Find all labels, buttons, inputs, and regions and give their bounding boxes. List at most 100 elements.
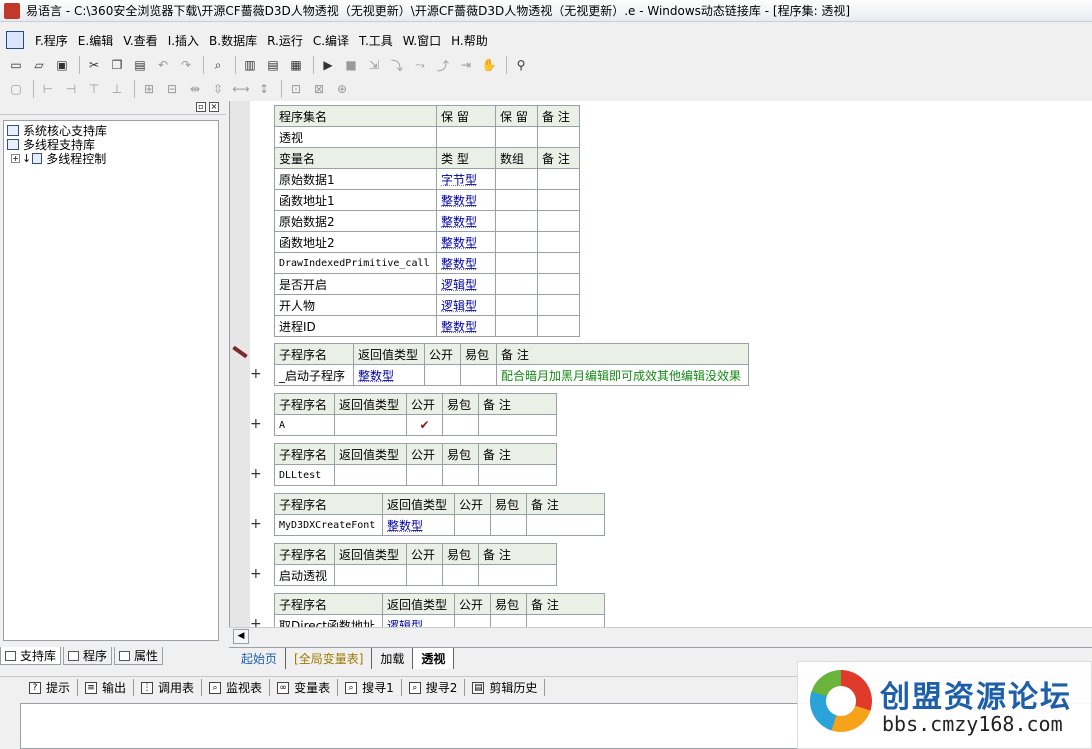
expand-icon[interactable]: +: [11, 153, 20, 163]
var-name[interactable]: 开人物: [274, 294, 437, 316]
tab-support-library[interactable]: 支持库: [0, 647, 62, 665]
cell[interactable]: [406, 464, 443, 486]
tab-call-stack[interactable]: ⋮ 调用表: [134, 679, 203, 696]
sub-name[interactable]: MyD3DXCreateFont: [274, 514, 383, 536]
cell[interactable]: [442, 414, 479, 436]
layout-bottom-icon[interactable]: ▤: [263, 55, 283, 75]
cell[interactable]: [454, 614, 491, 627]
center-h-icon[interactable]: ⊞: [139, 79, 159, 99]
cell[interactable]: [526, 514, 605, 536]
tab-start-page[interactable]: 起始页: [233, 648, 287, 669]
cell[interactable]: [495, 315, 538, 337]
cell[interactable]: [495, 231, 538, 253]
var-type[interactable]: 整数型: [436, 210, 496, 232]
support-library-tree[interactable]: 系统核心支持库 多线程支持库 + ↓ 多线程控制: [3, 120, 219, 641]
menu-help[interactable]: H.帮助: [446, 30, 493, 51]
var-type[interactable]: 整数型: [436, 231, 496, 253]
expand-plus-icon[interactable]: +: [250, 416, 262, 432]
var-type[interactable]: 整数型: [436, 189, 496, 211]
menu-window[interactable]: W.窗口: [398, 30, 446, 51]
step-into-icon[interactable]: ⤵: [387, 55, 407, 75]
cell[interactable]: [490, 514, 527, 536]
space-h-icon[interactable]: ⟷: [231, 79, 251, 99]
tree-item[interactable]: 多线程支持库: [7, 137, 215, 152]
sub-name[interactable]: 取Direct函数地址: [274, 614, 383, 627]
layout-full-icon[interactable]: ▦: [286, 55, 306, 75]
menu-view[interactable]: V.查看: [118, 30, 162, 51]
var-name[interactable]: 原始数据1: [274, 168, 437, 190]
cell[interactable]: [424, 364, 461, 386]
save-icon[interactable]: ▣: [52, 55, 72, 75]
tab-output[interactable]: ≡ 输出: [78, 679, 135, 696]
align-top-icon[interactable]: ⊤: [84, 79, 104, 99]
open-folder-icon[interactable]: ▱: [29, 55, 49, 75]
var-type[interactable]: 整数型: [436, 315, 496, 337]
restore-icon[interactable]: ▫: [196, 102, 206, 112]
expand-plus-icon[interactable]: +: [250, 466, 262, 482]
sub-return-type[interactable]: 逻辑型: [382, 614, 455, 627]
cell[interactable]: [495, 189, 538, 211]
public-check-icon[interactable]: ✔: [406, 414, 443, 436]
same-width-icon[interactable]: ⇹: [185, 79, 205, 99]
expand-plus-icon[interactable]: +: [250, 616, 262, 627]
tab-search2[interactable]: ⌕ 搜寻2: [402, 679, 466, 696]
table-row[interactable]: 原始数据1 字节型: [274, 168, 580, 190]
cut-icon[interactable]: ✂: [84, 55, 104, 75]
table-row[interactable]: 是否开启 逻辑型: [274, 273, 580, 295]
align-bottom-icon[interactable]: ⊥: [107, 79, 127, 99]
var-name[interactable]: 函数地址2: [274, 231, 437, 253]
new-file-icon[interactable]: ▭: [6, 55, 26, 75]
cell[interactable]: [537, 294, 580, 316]
cell[interactable]: [537, 189, 580, 211]
var-type[interactable]: 逻辑型: [436, 273, 496, 295]
run-to-cursor-icon[interactable]: ⇥: [456, 55, 476, 75]
size-v-icon[interactable]: ⊠: [309, 79, 329, 99]
var-type[interactable]: 字节型: [436, 168, 496, 190]
var-name[interactable]: 是否开启: [274, 273, 437, 295]
sub-return-type[interactable]: 整数型: [353, 364, 425, 386]
menu-tools[interactable]: T.工具: [354, 30, 398, 51]
menu-edit[interactable]: E.编辑: [73, 30, 118, 51]
run-icon[interactable]: ▶: [318, 55, 338, 75]
expand-plus-icon[interactable]: +: [250, 516, 262, 532]
cell[interactable]: [537, 273, 580, 295]
assembly-name[interactable]: 透视: [274, 126, 437, 148]
step-out-icon[interactable]: ⤴: [433, 55, 453, 75]
tab-program[interactable]: 程序: [63, 647, 113, 665]
center-v-icon[interactable]: ⊟: [162, 79, 182, 99]
code-editor[interactable]: 程序集名 保 留 保 留 备 注 透视 变量名 类 型 数组 备 注 原始数据1…: [229, 101, 1092, 627]
cell[interactable]: [436, 126, 496, 148]
tab-search1[interactable]: ⌕ 搜寻1: [338, 679, 402, 696]
table-row[interactable]: MyD3DXCreateFont 整数型: [274, 514, 605, 536]
expand-plus-icon[interactable]: +: [250, 366, 262, 382]
undo-icon[interactable]: ↶: [153, 55, 173, 75]
redo-icon[interactable]: ↷: [176, 55, 196, 75]
copy-icon[interactable]: ❐: [107, 55, 127, 75]
tab-global-vars[interactable]: [全局变量表]: [286, 648, 373, 669]
sub-name[interactable]: A: [274, 414, 335, 436]
close-icon[interactable]: ×: [209, 102, 219, 112]
tab-load[interactable]: 加载: [372, 648, 414, 669]
binoculars-icon[interactable]: ⚲: [511, 55, 531, 75]
table-row[interactable]: 进程ID 整数型: [274, 315, 580, 337]
app-menu-icon[interactable]: [6, 31, 24, 49]
cell[interactable]: [334, 464, 407, 486]
cell[interactable]: [495, 252, 538, 274]
table-row[interactable]: A ✔: [274, 414, 557, 436]
hand-icon[interactable]: ✋: [479, 55, 499, 75]
table-row[interactable]: DLLtest: [274, 464, 557, 486]
align-left-icon[interactable]: ⊢: [38, 79, 58, 99]
expand-plus-icon[interactable]: +: [250, 566, 262, 582]
align-right-icon[interactable]: ⊣: [61, 79, 81, 99]
table-row[interactable]: _启动子程序 整数型 配合暗月加黑月编辑即可成效其他编辑没效果: [274, 364, 749, 386]
cell[interactable]: [478, 564, 557, 586]
var-name[interactable]: 函数地址1: [274, 189, 437, 211]
table-row[interactable]: 启动透视: [274, 564, 557, 586]
cell[interactable]: [442, 564, 479, 586]
step-over-icon[interactable]: ⤳: [410, 55, 430, 75]
table-row[interactable]: 透视: [274, 126, 580, 148]
cell[interactable]: [537, 168, 580, 190]
size-both-icon[interactable]: ⊕: [332, 79, 352, 99]
cell[interactable]: [537, 126, 580, 148]
cell[interactable]: [537, 252, 580, 274]
